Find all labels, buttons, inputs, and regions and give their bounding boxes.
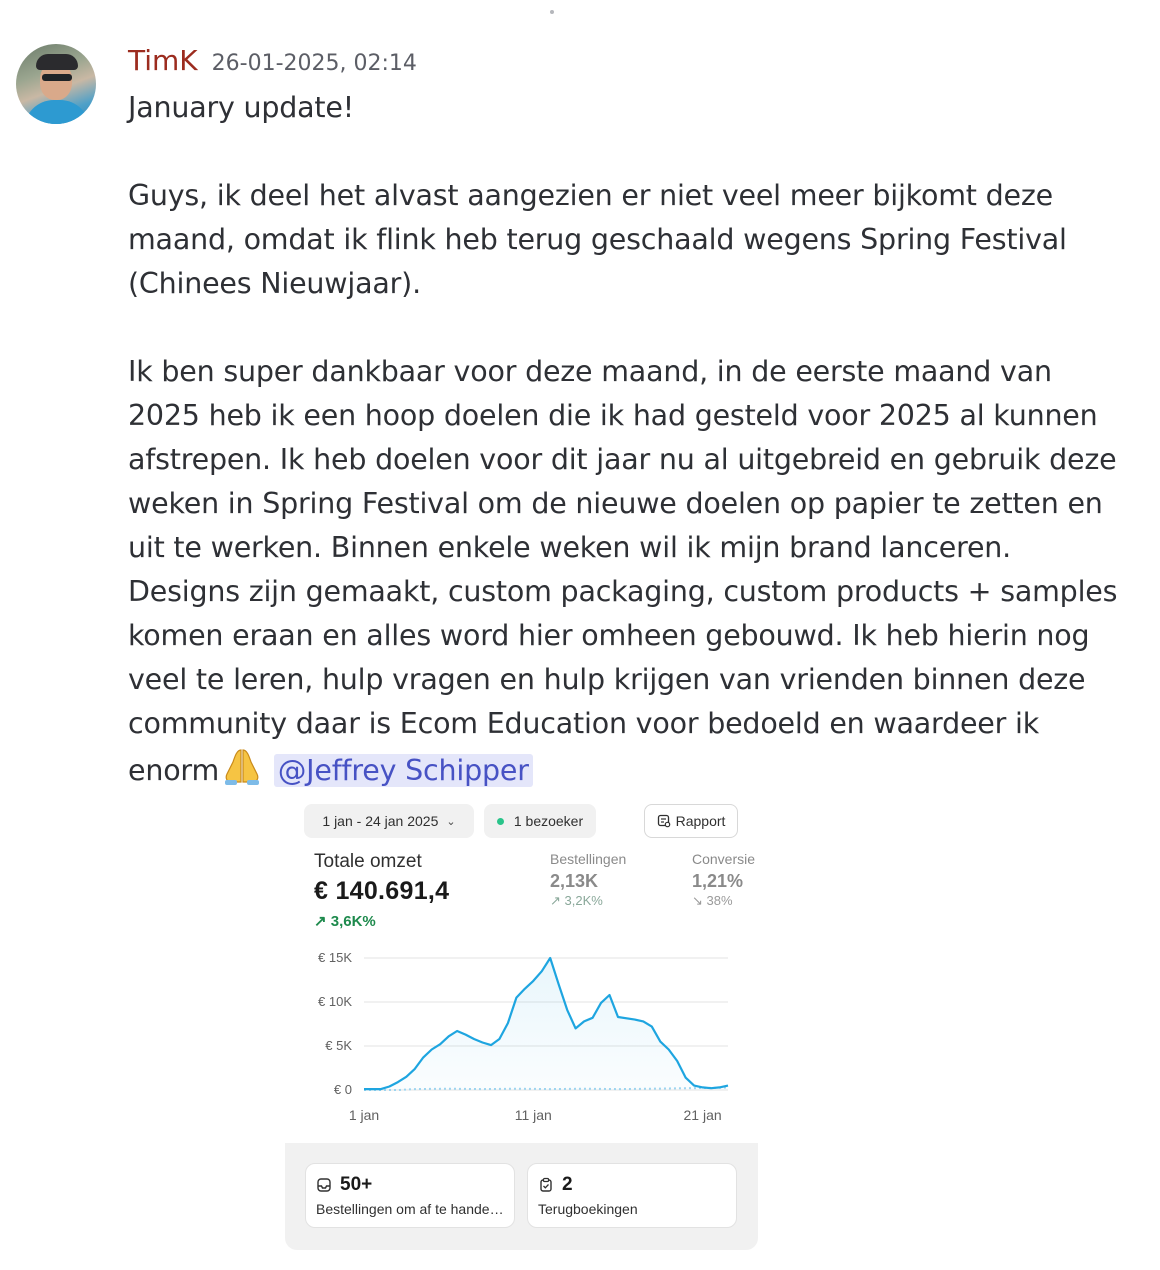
report-icon (657, 814, 670, 828)
x-tick-label: 21 jan (684, 1107, 722, 1123)
conversion-delta: ↘ 38% (692, 893, 733, 909)
message-timestamp: 26-01-2025, 02:14 (211, 51, 417, 76)
orders-to-fulfill-label: Bestellingen om af te handelen (316, 1201, 504, 1217)
chargebacks-label: Terugboekingen (538, 1201, 638, 1217)
orders-to-fulfill-card: 50+ Bestellingen om af te handelen (305, 1163, 515, 1228)
orders-value: 2,13K (550, 871, 599, 891)
live-dot-icon (496, 817, 504, 825)
arrow-up-right-icon: ↗ (314, 913, 327, 930)
arrow-down-right-icon: ↘ (692, 893, 703, 908)
chargebacks-card: 2 Terugboekingen (527, 1163, 737, 1228)
x-tick-label: 11 jan (515, 1107, 552, 1123)
total-sales-label: Totale omzet (314, 851, 422, 872)
report-button: Rapport (644, 804, 738, 838)
total-sales-value: € 140.691,4 (314, 877, 450, 905)
series-area-fill (364, 958, 728, 1090)
date-range-selector: 1 jan - 24 jan 2025 ⌄ (304, 804, 474, 838)
sales-line-chart: € 15K € 10K € 5K € 0 1 jan 11 jan 21 jan (318, 950, 729, 1123)
author-name[interactable]: TimK (128, 44, 198, 77)
dashboard-screenshot[interactable]: 1 jan - 24 jan 2025 ⌄ 1 bezoeker Rapport… (285, 790, 758, 1250)
avatar-glasses (42, 74, 72, 81)
user-mention[interactable]: @Jeffrey Schipper (273, 754, 533, 787)
avatar-cap (36, 54, 78, 70)
visitor-label: 1 bezoeker (513, 813, 584, 829)
orders-delta-value: 3,2K% (564, 893, 603, 908)
clipboard-icon (540, 1177, 552, 1192)
arrow-up-right-icon: ↗ (550, 893, 561, 908)
visitor-badge: 1 bezoeker (484, 804, 596, 838)
chevron-down-icon: ⌄ (446, 815, 456, 828)
report-label: Rapport (675, 813, 726, 829)
message-body: January update! Guys, ik deel het alvast… (128, 86, 1128, 793)
scroll-top-edge (0, 0, 1160, 16)
orders-label: Bestellingen (550, 851, 627, 867)
avatar[interactable] (16, 44, 96, 124)
date-range-label: 1 jan - 24 jan 2025 (322, 813, 439, 829)
folded-hands-emoji-icon (225, 749, 260, 785)
y-tick-label: € 0 (334, 1082, 352, 1097)
message-header: TimK 26-01-2025, 02:14 (128, 44, 417, 84)
y-tick-label: € 15K (318, 950, 352, 965)
message-paragraph-1: January update! (128, 91, 354, 124)
message-paragraph-3: Ik ben super dankbaar voor deze maand, i… (128, 350, 1128, 793)
y-tick-label: € 10K (318, 994, 352, 1009)
orders-to-fulfill-count: 50+ (340, 1174, 373, 1195)
scroll-indicator-dot (550, 10, 554, 14)
orders-delta: ↗ 3,2K% (550, 893, 603, 909)
summary-panel: 50+ Bestellingen om af te handelen 2 Ter… (285, 1143, 758, 1250)
conversion-label: Conversie (692, 851, 756, 867)
chargebacks-count: 2 (562, 1174, 573, 1195)
total-sales-delta-value: 3,6K% (330, 913, 376, 930)
avatar-shirt (24, 100, 90, 124)
conversion-delta-value: 38% (706, 893, 733, 908)
x-tick-label: 1 jan (349, 1107, 379, 1123)
inbox-icon (317, 1178, 331, 1192)
y-tick-label: € 5K (325, 1038, 352, 1053)
message-paragraph-2: Guys, ik deel het alvast aangezien er ni… (128, 179, 1067, 300)
conversion-value: 1,21% (692, 871, 744, 891)
total-sales-delta: ↗ 3,6K% (314, 912, 376, 930)
message-paragraph-3-text: Ik ben super dankbaar voor deze maand, i… (128, 355, 1118, 787)
